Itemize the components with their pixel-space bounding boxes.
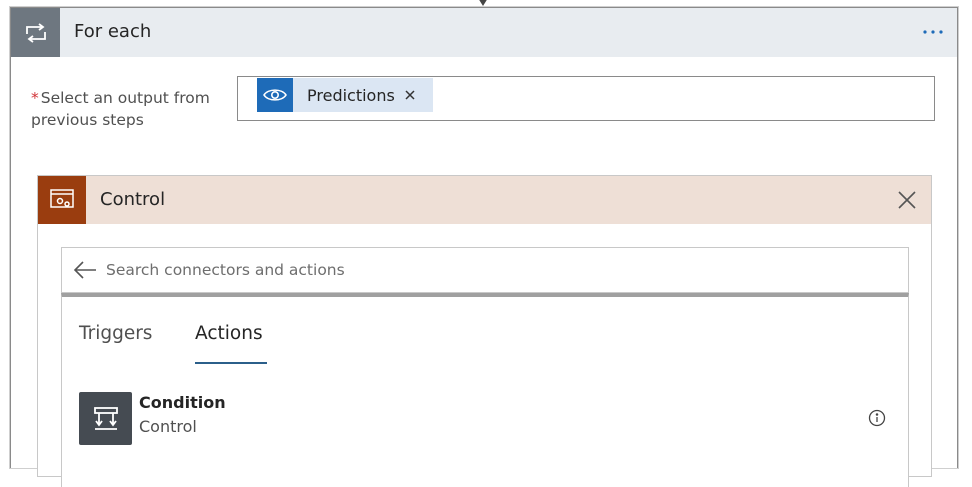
search-input[interactable] [106,257,866,283]
control-icon [38,176,86,224]
eye-icon [257,78,293,112]
condition-icon [79,392,132,445]
back-arrow-icon[interactable] [72,259,98,281]
action-connector: Control [139,417,197,436]
remove-token-icon[interactable] [404,89,416,101]
control-title: Control [100,189,166,210]
for-each-title: For each [74,21,152,42]
token-label: Predictions [307,85,395,105]
output-field-label-text: Select an output from previous steps [31,89,210,129]
close-icon[interactable] [897,190,917,210]
connector-arrow-icon [479,0,487,6]
selected-tab-indicator [195,362,267,364]
output-field-label: * Select an output from previous steps [31,87,231,131]
output-token-field[interactable]: Predictions [237,76,935,121]
tab-triggers[interactable]: Triggers [79,323,152,344]
predictions-token[interactable]: Predictions [257,78,433,112]
for-each-header[interactable]: For each [11,8,957,57]
info-icon[interactable] [868,409,886,427]
action-name: Condition [139,393,226,412]
control-header: Control [38,176,931,224]
search-box [61,247,909,293]
actions-panel: Triggers Actions Condition Control [61,293,909,487]
for-each-card: For each * Select an output from previous… [10,7,958,487]
action-item-condition[interactable]: Condition Control [79,389,899,445]
ellipsis-icon[interactable] [921,20,945,44]
control-card: Control Triggers Actions [37,175,932,487]
required-marker: * [31,89,39,107]
tab-actions[interactable]: Actions [195,323,263,344]
loop-icon [11,8,60,57]
